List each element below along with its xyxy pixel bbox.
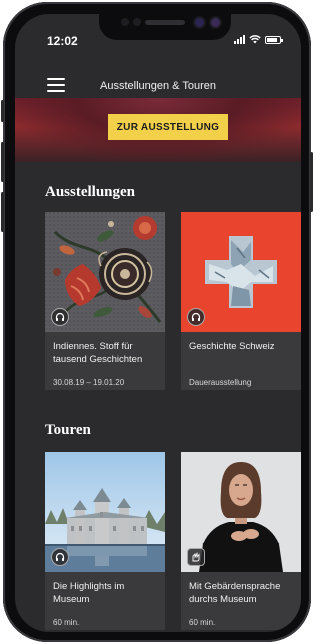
card-duration: 60 min. bbox=[189, 618, 216, 627]
card-title: Geschichte Schweiz bbox=[189, 341, 275, 352]
cellular-signal-icon bbox=[234, 35, 245, 44]
sign-language-presenter-image bbox=[181, 452, 301, 572]
sign-language-icon bbox=[187, 548, 205, 566]
tour-card-sign-language[interactable]: Mit Gebärdensprache durchs Museum 60 min… bbox=[181, 452, 301, 630]
card-date: 30.08.19 – 19.01.20 bbox=[53, 378, 125, 387]
page-title: Ausstellungen & Touren bbox=[100, 80, 216, 92]
volume-up-button bbox=[1, 142, 4, 182]
indiennes-image bbox=[45, 212, 165, 332]
notch bbox=[99, 14, 231, 40]
exhibition-card-geschichte-schweiz[interactable]: Geschichte Schweiz Dauerausstellung bbox=[181, 212, 301, 390]
exhibition-card-indiennes[interactable]: Indiennes. Stoff für tausend Geschichten… bbox=[45, 212, 165, 390]
card-title: Mit Gebärdensprache durchs Museum bbox=[189, 581, 281, 605]
to-exhibition-button[interactable]: ZUR AUSSTELLUNG bbox=[108, 114, 228, 140]
card-title: Die Highlights im Museum bbox=[53, 581, 125, 605]
tour-card-highlights[interactable]: Die Highlights im Museum 60 min. bbox=[45, 452, 165, 630]
swiss-cross-image bbox=[181, 212, 301, 332]
power-button bbox=[310, 152, 313, 212]
card-duration: 60 min. bbox=[53, 618, 80, 627]
battery-icon bbox=[265, 35, 283, 44]
headphones-icon bbox=[187, 308, 205, 326]
mute-switch bbox=[1, 100, 4, 122]
exhibitions-heading: Ausstellungen bbox=[45, 184, 136, 200]
phone-frame: 12:02 Ausstellungen & Touren ZUR AUSSTEL… bbox=[1, 2, 313, 642]
card-title: Indiennes. Stoff für tausend Geschichten bbox=[53, 341, 143, 365]
tours-heading: Touren bbox=[45, 422, 91, 438]
volume-down-button bbox=[1, 192, 4, 232]
app-screen: 12:02 Ausstellungen & Touren ZUR AUSSTEL… bbox=[15, 14, 301, 632]
museum-castle-image bbox=[45, 452, 165, 572]
wifi-icon bbox=[249, 35, 261, 44]
card-subtitle: Dauerausstellung bbox=[189, 378, 252, 387]
status-time: 12:02 bbox=[47, 34, 78, 48]
headphones-icon bbox=[51, 308, 69, 326]
headphones-icon bbox=[51, 548, 69, 566]
hero-banner: ZUR AUSSTELLUNG bbox=[15, 98, 301, 162]
